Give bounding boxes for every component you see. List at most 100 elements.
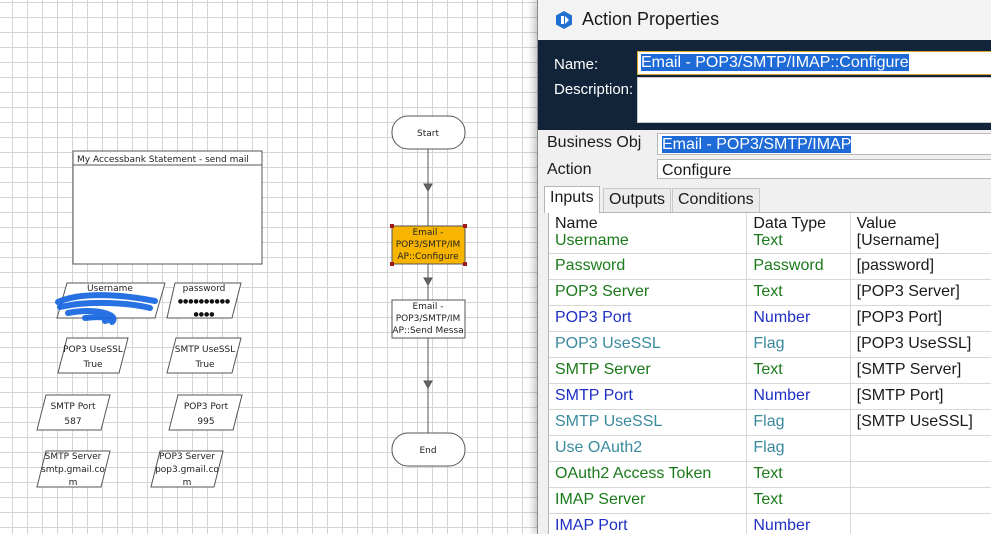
inputs-grid-panel[interactable]: Name Data Type Value Username Text [Userna… (548, 212, 991, 534)
description-label: Description: (554, 81, 634, 98)
name-field[interactable]: Email - POP3/SMTP/IMAP::Configure (637, 51, 991, 75)
table-row[interactable]: IMAP Server Text (549, 487, 991, 514)
configure-stage-line-3: AP::Configure (397, 252, 459, 262)
configure-stage-line-2: POP3/SMTP/IM (396, 240, 461, 250)
cell-data-type[interactable]: Text (746, 461, 851, 488)
end-label: End (419, 446, 436, 456)
name-label: Name: (554, 56, 599, 73)
cell-name[interactable]: POP3 Server (549, 279, 748, 306)
table-row[interactable]: POP3 UseSSL Flag [POP3 UseSSL] (549, 331, 991, 358)
tab-inputs[interactable]: Inputs (544, 186, 600, 213)
table-row[interactable]: IMAP Port Number (549, 513, 991, 534)
column-header-data-type[interactable]: Data Type (746, 213, 851, 233)
cell-value[interactable] (850, 435, 991, 462)
cell-value[interactable]: [POP3 UseSSL] (850, 331, 991, 358)
end-terminal[interactable]: End (391, 432, 466, 467)
cell-value[interactable]: [SMTP Server] (850, 357, 991, 384)
data-item-smtp-server[interactable]: SMTP Server smtp.gmail.co m (36, 450, 111, 488)
table-row[interactable]: Use OAuth2 Flag (549, 435, 991, 462)
cell-data-type[interactable]: Flag (746, 435, 851, 462)
send-stage-line-2: POP3/SMTP/IM (396, 314, 461, 324)
inputs-grid: Name Data Type Value Username Text [Userna… (549, 213, 991, 534)
data-item-pop3-server[interactable]: POP3 Server pop3.gmail.co m (150, 450, 224, 488)
cell-value[interactable]: [SMTP UseSSL] (850, 409, 991, 436)
data-item-pop3-port-value: 995 (197, 417, 214, 427)
cell-data-type[interactable]: Flag (746, 331, 851, 358)
cell-data-type[interactable]: Password (746, 253, 851, 280)
data-item-pop3-usessl-name: POP3 UseSSL (63, 345, 123, 355)
cell-value[interactable]: [password] (850, 253, 991, 280)
data-item-smtp-port-value: 587 (64, 417, 81, 427)
selection-handle[interactable] (390, 224, 394, 228)
table-row[interactable]: SMTP Server Text [SMTP Server] (549, 357, 991, 384)
data-item-password-mask-2: ●●●● (194, 311, 215, 318)
cell-value[interactable] (850, 513, 991, 534)
cell-name[interactable]: Username (549, 233, 748, 254)
table-row[interactable]: Username Text [Username] (549, 233, 991, 254)
action-properties-dialog[interactable]: Action Properties Name: Email - POP3/SMT… (537, 0, 991, 534)
table-row[interactable]: OAuth2 Access Token Text (549, 461, 991, 488)
cell-value[interactable] (850, 487, 991, 514)
configure-stage-line-1: Email - (412, 228, 443, 238)
business-object-select[interactable]: Email - POP3/SMTP/IMAP (657, 133, 991, 155)
table-row[interactable]: SMTP UseSSL Flag [SMTP UseSSL] (549, 409, 991, 436)
cell-name[interactable]: OAuth2 Access Token (549, 461, 748, 488)
column-header-value[interactable]: Value (850, 213, 991, 233)
selection-handle[interactable] (463, 224, 467, 228)
table-row[interactable]: POP3 Server Text [POP3 Server] (549, 279, 991, 306)
cell-data-type[interactable]: Text (746, 357, 851, 384)
send-message-action-stage[interactable]: Email - POP3/SMTP/IM AP::Send Messa (391, 299, 466, 339)
note-block[interactable]: My Accessbank Statement - send mail (72, 150, 263, 265)
cell-data-type[interactable]: Number (746, 305, 851, 332)
data-item-password-mask-1: ●●●●●●●●●● (178, 298, 230, 305)
data-item-password-name: password (183, 284, 226, 294)
start-terminal[interactable]: Start (391, 115, 466, 150)
cell-name[interactable]: SMTP UseSSL (549, 409, 748, 436)
cell-value[interactable]: [POP3 Server] (850, 279, 991, 306)
column-header-name[interactable]: Name (549, 213, 748, 233)
dialog-titlebar[interactable]: Action Properties (538, 0, 991, 40)
action-label: Action (547, 161, 592, 178)
grid-header-row: Name Data Type Value (549, 213, 991, 233)
cell-value[interactable]: [SMTP Port] (850, 383, 991, 410)
selection-handle[interactable] (390, 262, 394, 266)
configure-action-stage[interactable]: Email - POP3/SMTP/IM AP::Configure (390, 224, 467, 266)
cell-data-type[interactable]: Text (746, 279, 851, 306)
cell-name[interactable]: SMTP Port (549, 383, 748, 410)
description-field[interactable] (637, 77, 991, 123)
cell-data-type[interactable]: Text (746, 487, 851, 514)
data-item-smtp-usessl[interactable]: SMTP UseSSL True (166, 337, 242, 374)
cell-data-type[interactable]: Text (746, 233, 851, 254)
cell-name[interactable]: IMAP Port (549, 513, 748, 534)
cell-name[interactable]: SMTP Server (549, 357, 748, 384)
data-item-password[interactable]: password ●●●●●●●●●● ●●●● (166, 282, 242, 319)
selection-handle[interactable] (463, 262, 467, 266)
blue-prism-action-icon (556, 11, 572, 29)
cell-value[interactable]: [POP3 Port] (850, 305, 991, 332)
cell-name[interactable]: POP3 Port (549, 305, 748, 332)
data-item-smtp-port[interactable]: SMTP Port 587 (36, 394, 111, 431)
data-item-pop3-port[interactable]: POP3 Port 995 (168, 394, 243, 431)
tab-outputs[interactable]: Outputs (603, 188, 672, 212)
table-row[interactable]: Password Password [password] (549, 253, 991, 280)
data-item-smtp-server-value: smtp.gmail.co (41, 465, 105, 475)
tab-conditions[interactable]: Conditions (672, 188, 760, 212)
action-value: Configure (662, 162, 732, 179)
cell-value[interactable] (850, 461, 991, 488)
cell-data-type[interactable]: Number (746, 383, 851, 410)
cell-value[interactable]: [Username] (850, 233, 991, 254)
cell-name[interactable]: Password (549, 253, 748, 280)
data-item-pop3-server-name: POP3 Server (159, 452, 215, 462)
cell-name[interactable]: POP3 UseSSL (549, 331, 748, 358)
data-item-pop3-server-value-wrap: m (183, 478, 192, 488)
table-row[interactable]: SMTP Port Number [SMTP Port] (549, 383, 991, 410)
cell-data-type[interactable]: Flag (746, 409, 851, 436)
dialog-title: Action Properties (582, 9, 720, 29)
cell-name[interactable]: Use OAuth2 (549, 435, 748, 462)
cell-data-type[interactable]: Number (746, 513, 851, 534)
data-item-smtp-server-value-wrap: m (69, 478, 78, 488)
table-row[interactable]: POP3 Port Number [POP3 Port] (549, 305, 991, 332)
data-item-pop3-usessl[interactable]: POP3 UseSSL True (57, 337, 129, 374)
cell-name[interactable]: IMAP Server (549, 487, 748, 514)
action-select[interactable]: Configure (657, 159, 991, 179)
